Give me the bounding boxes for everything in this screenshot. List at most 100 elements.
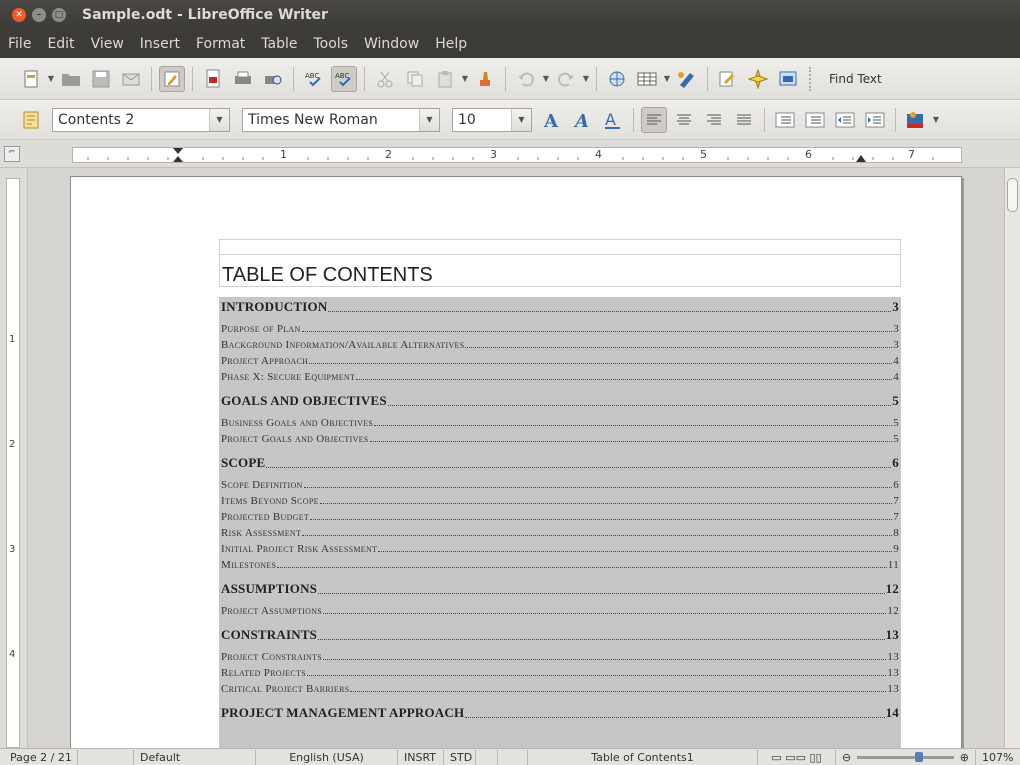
numbering-icon[interactable]: [772, 107, 798, 133]
find-text-label[interactable]: Find Text: [829, 72, 882, 86]
toc-entries[interactable]: INTRODUCTION 3 Purpose of Plan 3 Background …: [219, 297, 901, 748]
table-dropdown-arrow[interactable]: ▼: [662, 74, 672, 83]
zoom-track[interactable]: [857, 751, 954, 762]
tab-stop-selector[interactable]: ⌐: [4, 146, 20, 162]
print-preview-icon[interactable]: [260, 66, 286, 92]
toc-entry[interactable]: Business Goals and Objectives 5: [221, 417, 899, 429]
toc-entry[interactable]: Related Projects 13: [221, 667, 899, 679]
navigator-icon[interactable]: [745, 66, 771, 92]
table-of-contents[interactable]: TABLE OF CONTENTS INTRODUCTION 3 Purpose o…: [219, 239, 901, 748]
toc-heading-entry[interactable]: GOALS AND OBJECTIVES 5: [221, 393, 899, 409]
undo-dropdown-arrow[interactable]: ▼: [541, 74, 551, 83]
toc-entry[interactable]: Initial Project Risk Assessment 9: [221, 543, 899, 555]
chevron-down-icon[interactable]: ▼: [419, 108, 439, 131]
toc-entry[interactable]: Project Constraints 13: [221, 651, 899, 663]
font-size-select[interactable]: 10 ▼: [452, 107, 532, 132]
paragraph-style-select[interactable]: Contents 2 ▼: [52, 107, 230, 132]
scrollbar-thumb[interactable]: [1007, 178, 1018, 212]
vertical-scrollbar[interactable]: [1004, 168, 1020, 748]
styles-formatting-icon[interactable]: [18, 107, 44, 133]
menu-view[interactable]: View: [83, 36, 132, 52]
page-style-indicator[interactable]: Default: [134, 749, 256, 765]
toc-heading-entry[interactable]: INTRODUCTION 3: [221, 299, 899, 315]
zoom-level[interactable]: 107%: [976, 750, 1019, 765]
book-view-icon[interactable]: ▯▯: [810, 751, 822, 764]
export-pdf-icon[interactable]: [200, 66, 226, 92]
single-page-view-icon[interactable]: ▭: [771, 751, 781, 764]
bullets-icon[interactable]: [802, 107, 828, 133]
toc-entry[interactable]: Project Approach 4: [221, 355, 899, 367]
paste-icon[interactable]: [432, 66, 458, 92]
chevron-down-icon[interactable]: ▼: [511, 108, 531, 131]
selection-mode-indicator[interactable]: STD: [444, 749, 476, 765]
email-document-icon[interactable]: [118, 66, 144, 92]
font-name-select[interactable]: Times New Roman ▼: [242, 107, 440, 132]
menu-table[interactable]: Table: [253, 36, 305, 52]
font-color-icon[interactable]: [903, 107, 929, 133]
language-indicator[interactable]: English (USA): [256, 749, 398, 765]
multi-page-view-icon[interactable]: ▭▭: [785, 751, 806, 764]
paste-dropdown-arrow[interactable]: ▼: [460, 74, 470, 83]
clone-formatting-icon[interactable]: [472, 66, 498, 92]
menu-insert[interactable]: Insert: [132, 36, 188, 52]
spellcheck-icon[interactable]: ABC: [301, 66, 327, 92]
copy-icon[interactable]: [402, 66, 428, 92]
redo-dropdown-arrow[interactable]: ▼: [581, 74, 591, 83]
zoom-in-icon[interactable]: ⊕: [960, 751, 969, 764]
align-right-icon[interactable]: [701, 107, 727, 133]
italic-icon[interactable]: A: [570, 107, 596, 133]
new-document-icon[interactable]: [18, 66, 44, 92]
align-left-icon[interactable]: [641, 106, 667, 133]
table-icon[interactable]: [634, 66, 660, 92]
chevron-down-icon[interactable]: ▼: [209, 108, 229, 131]
toolbar-grip[interactable]: [809, 66, 815, 91]
toc-entry[interactable]: Project Assumptions 12: [221, 605, 899, 617]
vertical-ruler-strip[interactable]: 1 2 3 4: [6, 178, 20, 748]
hyperlink-icon[interactable]: [604, 66, 630, 92]
close-window-button[interactable]: ✕: [12, 8, 26, 22]
edit-mode-icon[interactable]: [159, 65, 185, 92]
toc-entry[interactable]: Projected Budget 7: [221, 511, 899, 523]
toc-entry[interactable]: Purpose of Plan 3: [221, 323, 899, 335]
zoom-slider[interactable]: ⊖ ⊕: [836, 749, 976, 765]
new-dropdown-arrow[interactable]: ▼: [46, 74, 56, 83]
toc-heading-entry[interactable]: CONSTRAINTS 13: [221, 627, 899, 643]
show-draw-functions-icon[interactable]: [674, 66, 700, 92]
find-replace-icon[interactable]: [715, 66, 741, 92]
undo-icon[interactable]: [513, 66, 539, 92]
autospellcheck-icon[interactable]: ABC: [331, 65, 357, 92]
redo-icon[interactable]: [553, 66, 579, 92]
bold-icon[interactable]: A: [540, 107, 566, 133]
toc-entry[interactable]: Milestones 11: [221, 559, 899, 571]
toc-entry[interactable]: Risk Assessment 8: [221, 527, 899, 539]
toc-entry[interactable]: Critical Project Barriers 13: [221, 683, 899, 695]
toc-heading-entry[interactable]: ASSUMPTIONS 12: [221, 581, 899, 597]
view-layout-icons[interactable]: ▭ ▭▭ ▯▯: [758, 749, 836, 765]
zoom-knob[interactable]: [915, 751, 924, 762]
save-icon[interactable]: [88, 66, 114, 92]
align-center-icon[interactable]: [671, 107, 697, 133]
decrease-indent-icon[interactable]: [832, 107, 858, 133]
menu-help[interactable]: Help: [427, 36, 475, 52]
menu-format[interactable]: Format: [188, 36, 253, 52]
cut-icon[interactable]: [372, 66, 398, 92]
menu-file[interactable]: File: [0, 36, 39, 52]
page-indicator[interactable]: Page 2 / 21: [0, 749, 78, 765]
justify-icon[interactable]: [731, 107, 757, 133]
toc-entry[interactable]: Project Goals and Objectives 5: [221, 433, 899, 445]
menu-window[interactable]: Window: [356, 36, 427, 52]
toc-entry[interactable]: Items Beyond Scope 7: [221, 495, 899, 507]
underline-icon[interactable]: A: [600, 107, 626, 133]
font-color-dropdown-arrow[interactable]: ▼: [931, 115, 941, 124]
toc-heading-entry[interactable]: PROJECT MANAGEMENT APPROACH 14: [221, 705, 899, 721]
document-page[interactable]: TABLE OF CONTENTS INTRODUCTION 3 Purpose o…: [70, 176, 962, 748]
menu-tools[interactable]: Tools: [306, 36, 357, 52]
minimize-window-button[interactable]: –: [32, 8, 46, 22]
toc-entry[interactable]: Background Information/Available Alterna…: [221, 339, 899, 351]
open-folder-icon[interactable]: [58, 66, 84, 92]
toc-title[interactable]: TABLE OF CONTENTS: [222, 264, 433, 287]
insert-mode-indicator[interactable]: INSRT: [398, 749, 444, 765]
print-icon[interactable]: [230, 66, 256, 92]
zoom-out-icon[interactable]: ⊖: [842, 751, 851, 764]
ruler-strip[interactable]: 1 2 3 4 5 6 7: [72, 147, 962, 163]
